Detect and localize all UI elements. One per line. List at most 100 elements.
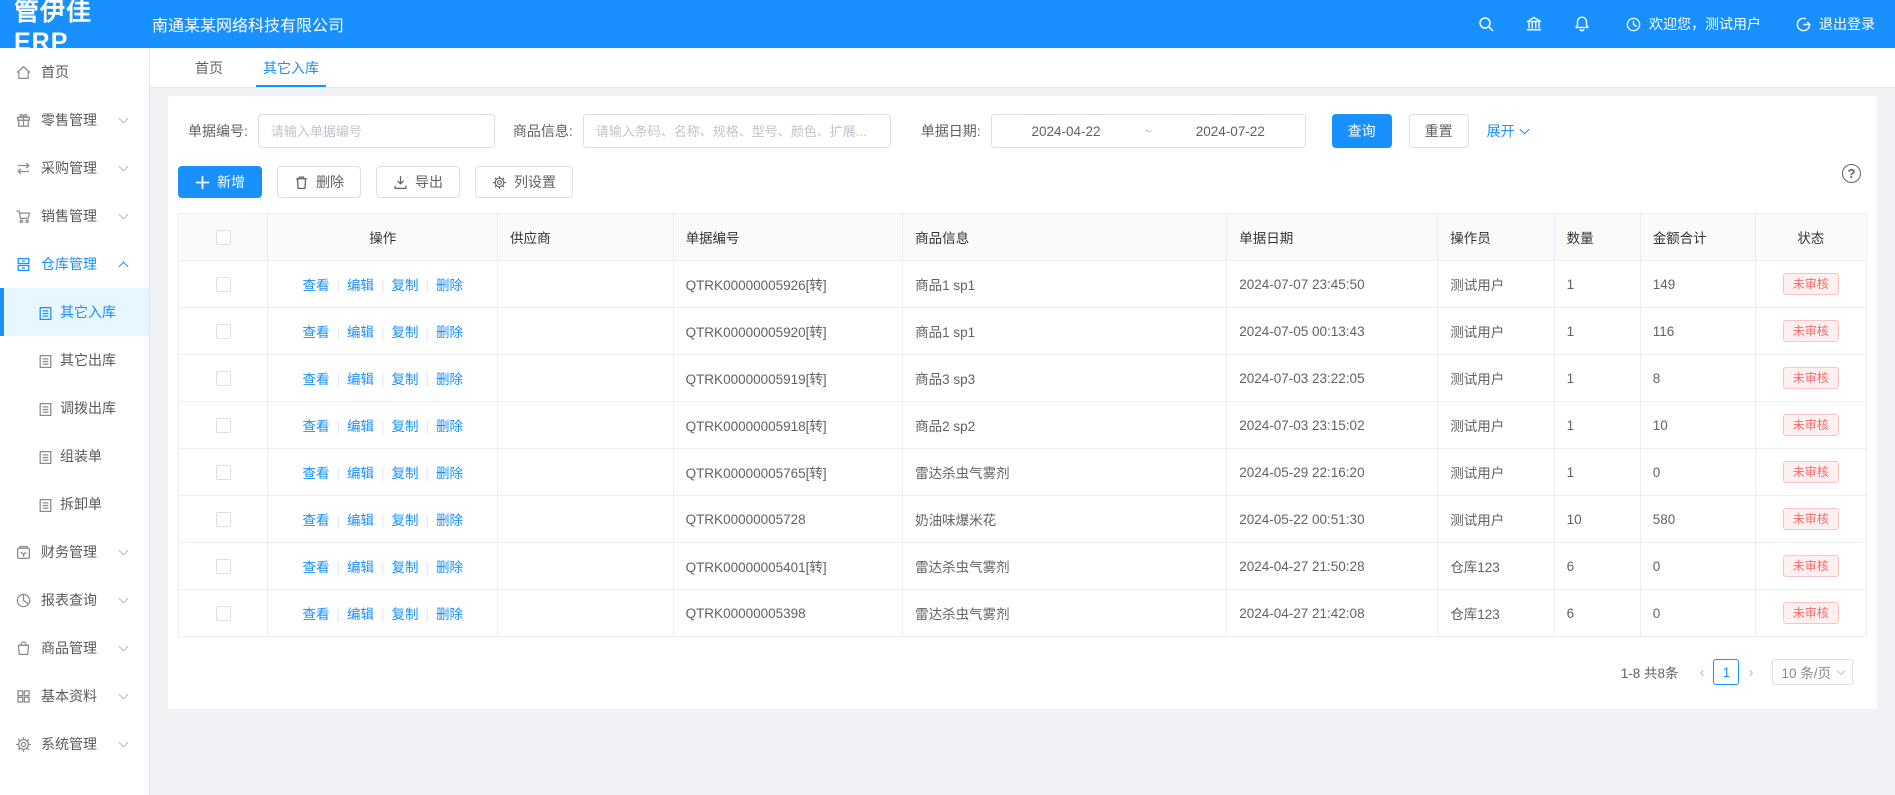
status-badge: 未审核 [1783, 273, 1839, 295]
row-checkbox[interactable] [216, 371, 231, 386]
row-checkbox[interactable] [216, 418, 231, 433]
select-all-checkbox[interactable] [216, 230, 231, 245]
sidebar-item-goods[interactable]: 商品管理 [0, 624, 149, 672]
row-actions-cell: 查看|编辑|复制|删除 [268, 449, 498, 496]
copy-link[interactable]: 复制 [391, 278, 418, 293]
add-button[interactable]: 新增 [178, 166, 262, 198]
view-link[interactable]: 查看 [302, 278, 329, 293]
edit-link[interactable]: 编辑 [347, 372, 374, 387]
column-settings-button[interactable]: 列设置 [475, 166, 573, 198]
delete-link[interactable]: 删除 [436, 278, 463, 293]
expand-link[interactable]: 展开 [1487, 121, 1528, 141]
sidebar-item-warehouse[interactable]: 仓库管理 [0, 240, 149, 288]
row-checkbox[interactable] [216, 465, 231, 480]
tab-home[interactable]: 首页 [180, 48, 238, 87]
search-icon[interactable] [1477, 15, 1495, 33]
edit-link[interactable]: 编辑 [347, 278, 374, 293]
copy-link[interactable]: 复制 [391, 607, 418, 622]
cell-status: 未审核 [1755, 308, 1866, 355]
copy-link[interactable]: 复制 [391, 560, 418, 575]
search-button[interactable]: 查询 [1332, 114, 1392, 148]
help-icon[interactable]: ? [1842, 164, 1861, 183]
row-checkbox[interactable] [216, 512, 231, 527]
logout-button[interactable]: 退出登录 [1795, 14, 1875, 34]
sidebar-item-system[interactable]: 系统管理 [0, 720, 149, 768]
status-badge: 未审核 [1783, 461, 1839, 483]
row-checkbox[interactable] [216, 559, 231, 574]
action-separator: | [336, 466, 340, 481]
action-separator: | [381, 607, 385, 622]
sidebar-item-basedata[interactable]: 基本资料 [0, 672, 149, 720]
copy-link[interactable]: 复制 [391, 513, 418, 528]
edit-link[interactable]: 编辑 [347, 560, 374, 575]
sidebar-item-reports[interactable]: 报表查询 [0, 576, 149, 624]
cell-date: 2024-07-07 23:45:50 [1227, 261, 1438, 308]
cell-qty: 1 [1554, 449, 1640, 496]
copy-link[interactable]: 复制 [391, 372, 418, 387]
bank-icon[interactable] [1525, 15, 1543, 33]
content-area: 首页 其它入库 单据编号: 商品信息: 单据日期: 2024-04-22 ~ 2… [150, 48, 1895, 795]
edit-link[interactable]: 编辑 [347, 419, 374, 434]
edit-link[interactable]: 编辑 [347, 513, 374, 528]
view-link[interactable]: 查看 [302, 325, 329, 340]
view-link[interactable]: 查看 [302, 560, 329, 575]
view-link[interactable]: 查看 [302, 466, 329, 481]
page-size-select[interactable]: 10 条/页 [1772, 659, 1853, 685]
bell-icon[interactable] [1573, 15, 1591, 33]
delete-button[interactable]: 删除 [277, 166, 361, 198]
page-number[interactable]: 1 [1713, 659, 1739, 685]
view-link[interactable]: 查看 [302, 372, 329, 387]
delete-link[interactable]: 删除 [436, 325, 463, 340]
view-link[interactable]: 查看 [302, 419, 329, 434]
reset-button[interactable]: 重置 [1409, 114, 1469, 148]
action-separator: | [381, 419, 385, 434]
delete-link[interactable]: 删除 [436, 513, 463, 528]
cell-amount: 10 [1640, 402, 1755, 449]
bill-no-input[interactable] [258, 114, 495, 148]
sidebar-item-other-outbound[interactable]: 其它出库 [0, 336, 149, 384]
next-page-arrow[interactable]: › [1741, 664, 1760, 681]
view-link[interactable]: 查看 [302, 513, 329, 528]
gear-icon [492, 175, 507, 190]
product-info-input[interactable] [583, 114, 891, 148]
sidebar-item-sales[interactable]: 销售管理 [0, 192, 149, 240]
sidebar-item-finance[interactable]: 财务管理 [0, 528, 149, 576]
delete-link[interactable]: 删除 [436, 607, 463, 622]
edit-link[interactable]: 编辑 [347, 607, 374, 622]
table-row: 查看|编辑|复制|删除 QTRK00000005398 雷达杀虫气雾剂 2024… [179, 590, 1867, 637]
delete-link[interactable]: 删除 [436, 466, 463, 481]
copy-link[interactable]: 复制 [391, 325, 418, 340]
copy-link[interactable]: 复制 [391, 466, 418, 481]
date-range-input[interactable]: 2024-04-22 ~ 2024-07-22 [991, 114, 1306, 148]
delete-link[interactable]: 删除 [436, 372, 463, 387]
row-checkbox[interactable] [216, 277, 231, 292]
view-link[interactable]: 查看 [302, 607, 329, 622]
sidebar-item-label: 报表查询 [41, 590, 120, 610]
row-checkbox[interactable] [216, 324, 231, 339]
sidebar-item-home[interactable]: 首页 [0, 48, 149, 96]
delete-link[interactable]: 删除 [436, 419, 463, 434]
cell-date: 2024-05-22 00:51:30 [1227, 496, 1438, 543]
sidebar-item-label: 基本资料 [41, 686, 120, 706]
edit-link[interactable]: 编辑 [347, 466, 374, 481]
user-welcome[interactable]: 欢迎您，测试用户 [1625, 14, 1761, 34]
column-settings-label: 列设置 [514, 172, 556, 192]
prev-page-arrow[interactable]: ‹ [1692, 664, 1711, 681]
edit-link[interactable]: 编辑 [347, 325, 374, 340]
sidebar-item-retail[interactable]: 零售管理 [0, 96, 149, 144]
export-button[interactable]: 导出 [376, 166, 460, 198]
copy-link[interactable]: 复制 [391, 419, 418, 434]
sidebar-item-transfer-outbound[interactable]: 调拨出库 [0, 384, 149, 432]
row-actions-cell: 查看|编辑|复制|删除 [268, 355, 498, 402]
sidebar-item-label: 调拨出库 [60, 398, 149, 418]
sidebar-item-other-inbound[interactable]: 其它入库 [0, 288, 149, 336]
sidebar-item-disassembly[interactable]: 拆卸单 [0, 480, 149, 528]
sidebar-item-purchase[interactable]: 采购管理 [0, 144, 149, 192]
delete-link[interactable]: 删除 [436, 560, 463, 575]
tab-other-inbound[interactable]: 其它入库 [248, 48, 334, 87]
cell-status: 未审核 [1755, 261, 1866, 308]
row-actions-cell: 查看|编辑|复制|删除 [268, 261, 498, 308]
row-checkbox[interactable] [216, 606, 231, 621]
header-qty: 数量 [1554, 214, 1640, 261]
sidebar-item-assembly[interactable]: 组装单 [0, 432, 149, 480]
